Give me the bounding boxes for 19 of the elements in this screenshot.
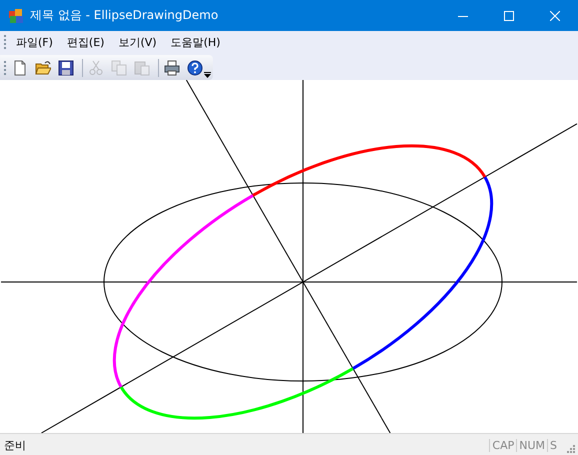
save-button[interactable] [56, 58, 76, 78]
status-pane: NUM [516, 438, 548, 452]
menu-item[interactable]: 편집(E) [60, 32, 112, 52]
close-icon [550, 10, 560, 20]
maximize-icon [504, 10, 514, 20]
overflow-icon[interactable] [204, 72, 211, 78]
help-button[interactable] [185, 58, 205, 78]
status-pane: CAP [489, 438, 516, 452]
grip-handle[interactable] [4, 60, 6, 74]
grip-handle[interactable] [4, 35, 6, 49]
window-title: 제목 없음 - EllipseDrawingDemo [30, 7, 218, 24]
status-pane: S [547, 438, 559, 452]
menu-item[interactable]: 보기(V) [112, 32, 165, 52]
size-grip-icon[interactable] [565, 443, 575, 453]
status-text: 준비 [4, 438, 26, 452]
print-button[interactable] [162, 58, 182, 78]
menu-item[interactable]: 도움말(H) [164, 32, 228, 52]
app-icon [8, 8, 24, 24]
menu-item[interactable]: 파일(F) [10, 32, 61, 52]
